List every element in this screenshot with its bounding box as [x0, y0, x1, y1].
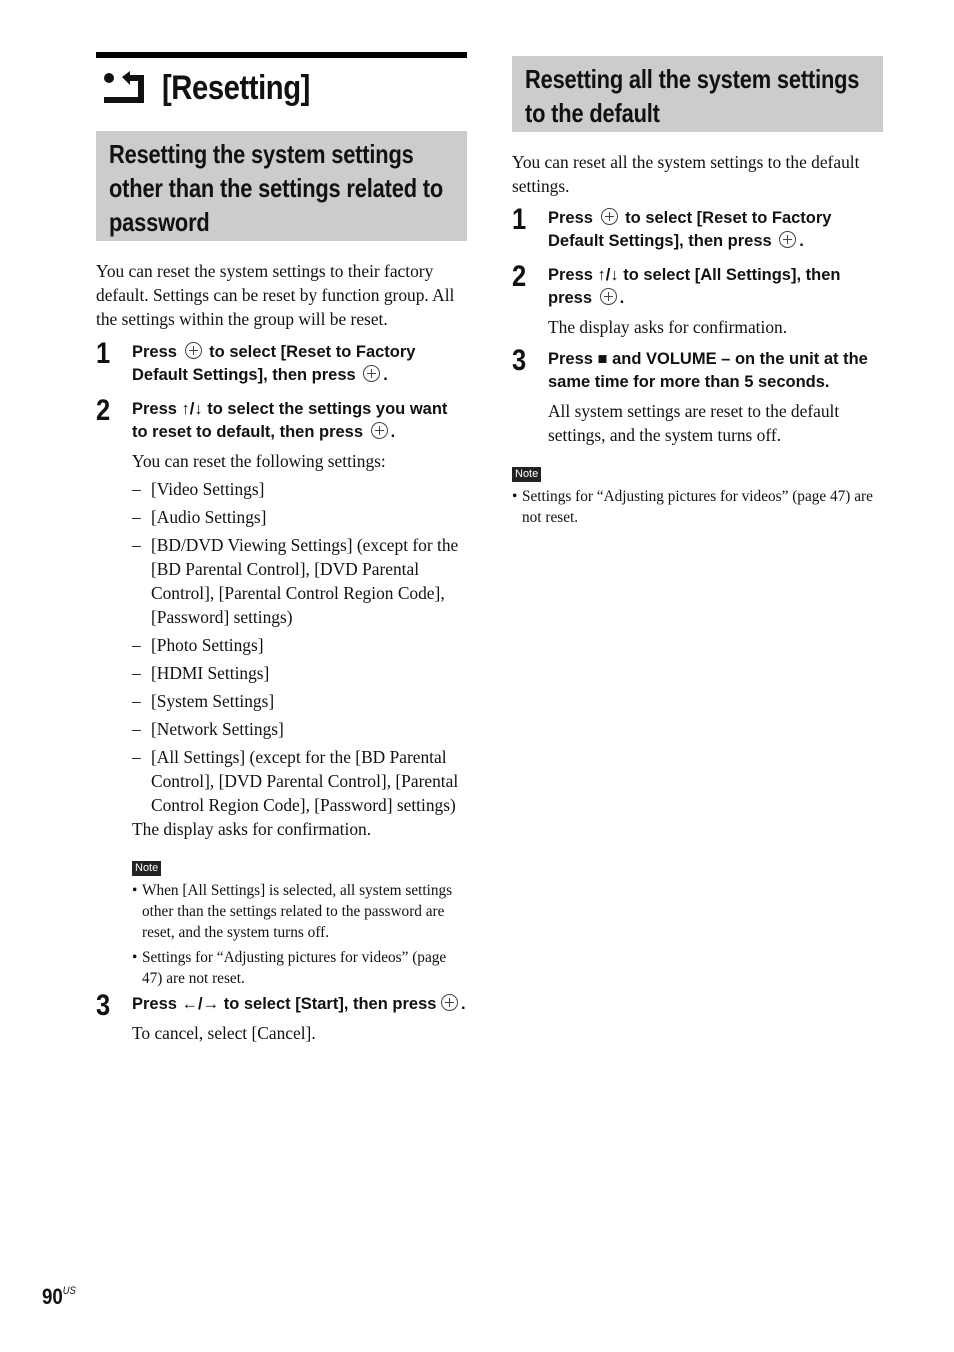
step-heading: Press ←/→ to select [Start], then press … — [132, 993, 467, 1016]
list-item: [HDMI Settings] — [132, 661, 467, 685]
step-text: Press — [548, 209, 593, 227]
page-number: 90US — [42, 1284, 76, 1310]
step-1: 1 Press to select [Reset to Factory Defa… — [96, 337, 467, 387]
note-label: Note — [132, 861, 162, 876]
list-item: [Audio Settings] — [132, 505, 467, 529]
note-block: Note Settings for “Adjusting pictures fo… — [512, 464, 883, 528]
step-number: 2 — [96, 394, 111, 427]
enter-button-icon — [184, 342, 202, 359]
step-body: All system settings are reset to the def… — [548, 401, 840, 445]
step-number: 2 — [512, 260, 527, 293]
list-item: [All Settings] (except for the [BD Paren… — [132, 745, 467, 817]
step-text: . — [799, 232, 804, 250]
list-item: [Network Settings] — [132, 717, 467, 741]
region-code: US — [62, 1285, 76, 1297]
enter-button-icon — [779, 231, 797, 248]
list-item: [Photo Settings] — [132, 633, 467, 657]
section-title: Resetting all the system settings to the… — [525, 64, 860, 128]
list-item: [Video Settings] — [132, 477, 467, 501]
chapter-title: [Resetting] — [162, 68, 310, 107]
note-label: Note — [512, 467, 542, 482]
note-block: Note When [All Settings] is selected, al… — [132, 858, 467, 989]
step-heading: Press to select [Reset to Factory Defaul… — [132, 341, 467, 387]
right-column: Resetting all the system settings to the… — [512, 56, 883, 532]
section-heading-box: Resetting the system settings other than… — [96, 131, 467, 241]
note-item: Settings for “Adjusting pictures for vid… — [132, 947, 467, 989]
step-3: 3 Press ←/→ to select [Start], then pres… — [96, 989, 467, 1045]
step-text: . — [383, 366, 388, 384]
step-number: 3 — [96, 989, 111, 1022]
step-text: . — [461, 995, 466, 1013]
step-after-text: The display asks for confirmation. — [132, 819, 372, 839]
step-body: The display asks for confirmation. — [548, 317, 788, 337]
chapter-heading: [Resetting] — [96, 64, 467, 112]
reset-icon — [104, 71, 144, 103]
settings-list: [Video Settings] [Audio Settings] [BD/DV… — [132, 477, 467, 817]
section-heading-box: Resetting all the system settings to the… — [512, 56, 883, 132]
step-number: 1 — [512, 203, 527, 236]
list-item: [System Settings] — [132, 689, 467, 713]
chapter-rule — [96, 52, 467, 58]
step-heading: Press ↑/↓ to select [All Settings], then… — [548, 264, 883, 310]
step-body: To cancel, select [Cancel]. — [132, 1023, 316, 1043]
step-text: Press ↑/↓ to select the settings you wan… — [132, 400, 448, 441]
note-list: When [All Settings] is selected, all sys… — [132, 880, 467, 989]
step-text: Press — [132, 343, 177, 361]
enter-button-icon — [441, 994, 459, 1011]
step-heading: Press to select [Reset to Factory Defaul… — [548, 207, 883, 253]
step-text: . — [619, 289, 625, 307]
step-text: . — [390, 423, 396, 441]
enter-button-icon — [363, 365, 381, 382]
intro-text: You can reset all the system settings to… — [512, 152, 860, 196]
enter-button-icon — [600, 208, 618, 225]
intro-text: You can reset the system settings to the… — [96, 261, 455, 329]
step-heading: Press ■ and VOLUME – on the unit at the … — [548, 350, 868, 391]
step-number: 3 — [512, 344, 527, 377]
step-body: You can reset the following settings: — [132, 451, 386, 471]
page-number-value: 90 — [42, 1284, 63, 1309]
step-2: 2 Press ↑/↓ to select [All Settings], th… — [512, 260, 883, 339]
left-column: [Resetting] Resetting the system setting… — [96, 52, 467, 1045]
note-list: Settings for “Adjusting pictures for vid… — [512, 486, 883, 528]
list-item: [BD/DVD Viewing Settings] (except for th… — [132, 533, 467, 629]
step-text: Press ←/→ to select [Start], then press — [132, 995, 437, 1013]
step-heading: Press ↑/↓ to select the settings you wan… — [132, 398, 467, 444]
enter-button-icon — [599, 288, 617, 305]
step-text: Press ↑/↓ to select [All Settings], then… — [548, 266, 841, 307]
note-item: When [All Settings] is selected, all sys… — [132, 880, 467, 943]
step-2: 2 Press ↑/↓ to select the settings you w… — [96, 394, 467, 989]
step-number: 1 — [96, 337, 111, 370]
step-3: 3 Press ■ and VOLUME – on the unit at th… — [512, 344, 883, 447]
step-1: 1 Press to select [Reset to Factory Defa… — [512, 203, 883, 253]
enter-button-icon — [370, 422, 388, 439]
note-item: Settings for “Adjusting pictures for vid… — [512, 486, 883, 528]
section-title: Resetting the system settings other than… — [109, 139, 444, 237]
